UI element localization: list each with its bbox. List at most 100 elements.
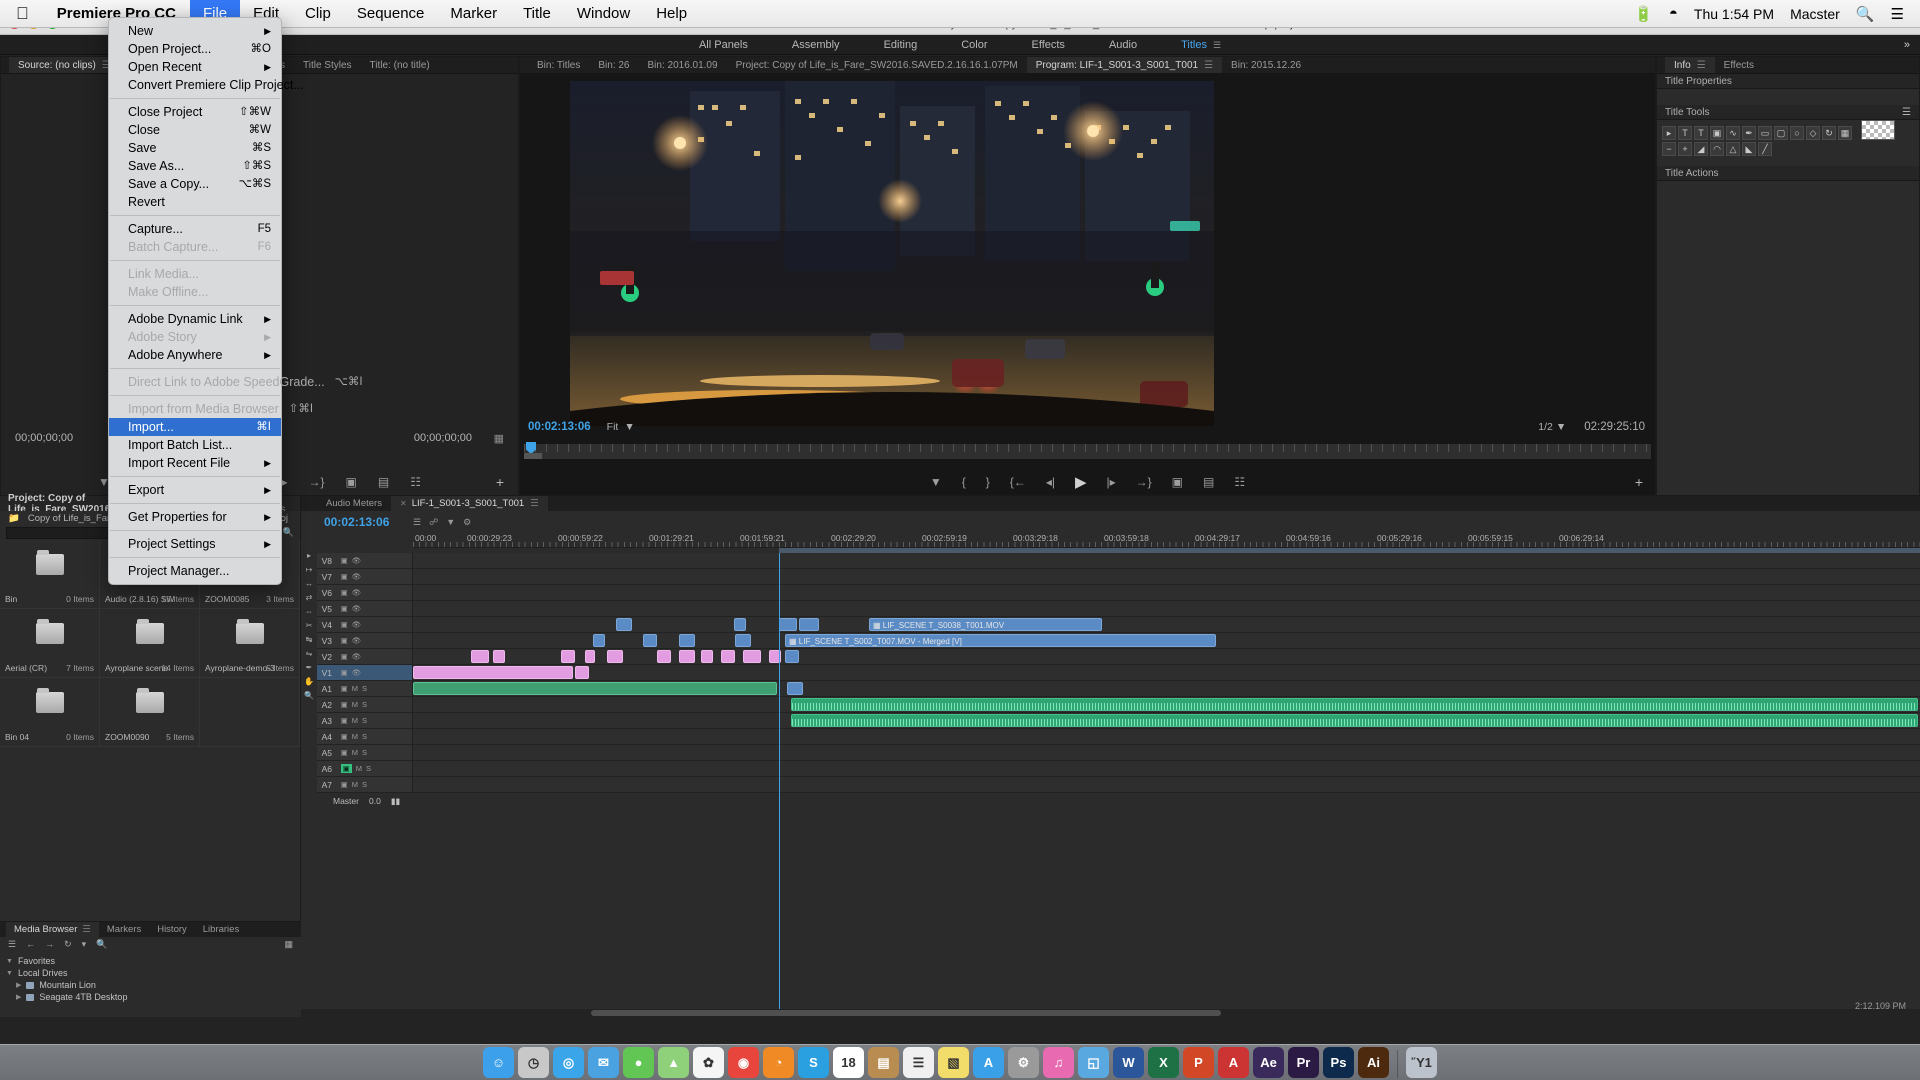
media-browser-tree[interactable]: ▼ Favorites ▼ Local Drives ▶ Mountain Lion … (0, 951, 301, 1017)
panel-menu-icon[interactable]: ☰ (77, 924, 91, 935)
target-icon[interactable]: ▣ (341, 604, 348, 613)
target-icon[interactable]: ▣ (341, 620, 348, 629)
track-header-a3[interactable]: 🔒A3▣MS (301, 713, 413, 728)
file-menu-dropdown[interactable]: New ▶ Open Project... ⌘O Open Recent ▶ Convert… (108, 17, 363, 585)
workspace-audio[interactable]: Audio (1087, 35, 1159, 55)
track-lane[interactable] (413, 713, 1920, 728)
mac-menu-bar[interactable]:  Premiere Pro CC File Edit Clip Sequenc… (0, 0, 1920, 28)
selection-tool-icon[interactable]: ▸ (307, 551, 311, 560)
track-lane[interactable] (413, 761, 1920, 776)
menu-item-adobe-dynamic-link[interactable]: Adobe Dynamic Link ▶ (109, 310, 281, 328)
timeline-clip[interactable] (735, 634, 751, 647)
track-lane[interactable]: ▦ LIF_SCENE T_S002_T007.MOV - Merged [V] (413, 633, 1920, 648)
workspace-overflow-icon[interactable]: » (1894, 39, 1920, 51)
system-preferences-icon[interactable]: ⚙ (1008, 1047, 1039, 1078)
refresh-icon[interactable]: ↻ (64, 939, 72, 950)
arc-tool-icon[interactable]: ◠ (1710, 142, 1724, 156)
timeline-playhead-timecode[interactable]: 00:02:13:06 (317, 515, 413, 529)
menu-item-open-recent[interactable]: Open Recent ▶ (109, 58, 281, 76)
menu-item-project-settings[interactable]: Project Settings ▶ (109, 535, 281, 553)
track-header-v2[interactable]: 🔒V2▣👁 (301, 649, 413, 664)
eye-icon[interactable]: 👁 (352, 652, 362, 661)
track-header-a6[interactable]: 🔒A6▣MS (301, 761, 413, 776)
timeline-clip[interactable] (413, 682, 777, 695)
messages-icon[interactable]: ● (623, 1047, 654, 1078)
menu-window[interactable]: Window (564, 0, 643, 28)
target-icon[interactable]: ▣ (341, 780, 348, 789)
tab-markers[interactable]: Markers (99, 924, 149, 935)
clipped-rect-tool-icon[interactable]: ◇ (1806, 126, 1820, 140)
menu-marker[interactable]: Marker (437, 0, 510, 28)
vertical-type-tool-icon[interactable]: T (1694, 126, 1708, 140)
timeline-clip[interactable] (593, 634, 605, 647)
tree-item-favorites[interactable]: ▼ Favorites (6, 955, 301, 967)
mute-icon[interactable]: M (352, 732, 358, 741)
menu-item-export[interactable]: Export ▶ (109, 481, 281, 499)
photoshop-icon[interactable]: Ps (1323, 1047, 1354, 1078)
wifi-icon[interactable]: ◓ (1669, 5, 1678, 22)
calendar-icon[interactable]: 18 (833, 1047, 864, 1078)
title-actions-header[interactable]: Title Actions (1657, 166, 1919, 181)
solo-icon[interactable]: S (362, 748, 367, 757)
tab-source[interactable]: Source: (no clips) ☰ (9, 57, 120, 73)
solo-icon[interactable]: S (362, 732, 367, 741)
menu-item-save-a-copy[interactable]: Save a Copy... ⌥⌘S (109, 175, 281, 193)
track-row[interactable]: 🔒A3▣MS (301, 713, 1920, 729)
tab-bin-titles[interactable]: Bin: Titles (528, 57, 589, 73)
bin-item[interactable]: Ayroplane-demo-3 5 Items (200, 609, 300, 678)
menu-item-revert[interactable]: Revert (109, 193, 281, 211)
menu-item-save-as[interactable]: Save As... ⇧⌘S (109, 157, 281, 175)
eye-icon[interactable]: 👁 (352, 636, 362, 645)
timeline-clip[interactable] (779, 618, 797, 631)
program-resolution[interactable]: 1/2 ▼ (1538, 421, 1566, 433)
target-icon[interactable]: ▣ (341, 716, 348, 725)
tab-info[interactable]: Info ☰ (1665, 57, 1715, 73)
program-timecode[interactable]: 00:02:13:06 (520, 421, 591, 433)
timeline-clip-named[interactable]: ▦ LIF_SCENE T_S002_T007.MOV - Merged [V] (785, 634, 1216, 647)
workspace-bar[interactable]: All Panels Assembly Editing Color Effect… (0, 35, 1920, 55)
chevron-right-icon[interactable]: ▶ (16, 993, 21, 1001)
menu-item-import-batch-list[interactable]: Import Batch List... (109, 436, 281, 454)
skype-icon[interactable]: S (798, 1047, 829, 1078)
timeline-clip[interactable] (701, 650, 713, 663)
eye-icon[interactable]: 👁 (352, 588, 362, 597)
tab-media-browser[interactable]: Media Browser ☰ (6, 922, 99, 937)
mute-icon[interactable]: M (356, 764, 362, 773)
track-row[interactable]: 🔒V3▣👁 ▦ LIF_SCENE T_S002_T007.MOV - Merg… (301, 633, 1920, 649)
bin-item[interactable]: ZOOM0090 5 Items (100, 678, 200, 747)
tab-program[interactable]: Program: LIF-1_S001-3_S001_T001 ☰ (1026, 57, 1223, 73)
track-row[interactable]: 🔒V7▣👁 (301, 569, 1920, 585)
tab-bin-2016-01-09[interactable]: Bin: 2016.01.09 (639, 57, 727, 73)
track-row[interactable]: 🔒V2▣👁 (301, 649, 1920, 665)
wedge-tool-icon[interactable]: ◣ (1742, 142, 1756, 156)
zoom-tool-icon[interactable]: 🔍 (304, 691, 314, 700)
target-icon[interactable]: ▣ (341, 732, 348, 741)
menu-item-get-properties-for[interactable]: Get Properties for ▶ (109, 508, 281, 526)
contacts-icon[interactable]: ▤ (868, 1047, 899, 1078)
program-transport-controls[interactable]: ▼ { } {← ◂| ▶ |▸ →} ▣ ▤ ☷ + (520, 468, 1655, 495)
bin-item[interactable]: Bin 04 0 Items (0, 678, 100, 747)
ripple-edit-tool-icon[interactable]: ↔ (305, 579, 313, 588)
track-lane[interactable] (413, 649, 1920, 664)
eye-icon[interactable]: 👁 (352, 668, 362, 677)
track-row[interactable]: 🔒A6▣MS (301, 761, 1920, 777)
media-browser-settings-icon[interactable]: ▦ (284, 939, 293, 950)
menu-item-convert-premiere-clip-project[interactable]: Convert Premiere Clip Project... (109, 76, 304, 94)
program-scroll-thumb[interactable] (524, 453, 542, 459)
workspace-editing[interactable]: Editing (862, 35, 940, 55)
go-to-out-icon[interactable]: →} (1136, 475, 1152, 489)
eye-icon[interactable]: 👁 (352, 572, 362, 581)
excel-icon[interactable]: X (1148, 1047, 1179, 1078)
chevron-down-icon[interactable]: ▼ (624, 421, 634, 433)
timeline-clip[interactable] (471, 650, 489, 663)
timeline-clip[interactable] (799, 618, 819, 631)
target-icon[interactable]: ▣ (341, 652, 348, 661)
pen-tool-icon[interactable]: ✒ (306, 663, 313, 672)
track-row[interactable]: 🔒A5▣MS (301, 745, 1920, 761)
menu-item-save[interactable]: Save ⌘S (109, 139, 281, 157)
convert-anchor-icon[interactable]: ◢ (1694, 142, 1708, 156)
trash-icon[interactable]: Ὕ1 (1406, 1047, 1437, 1078)
chrome-icon[interactable]: ◉ (728, 1047, 759, 1078)
tab-bin-26[interactable]: Bin: 26 (589, 57, 638, 73)
track-header-a5[interactable]: 🔒A5▣MS (301, 745, 413, 760)
